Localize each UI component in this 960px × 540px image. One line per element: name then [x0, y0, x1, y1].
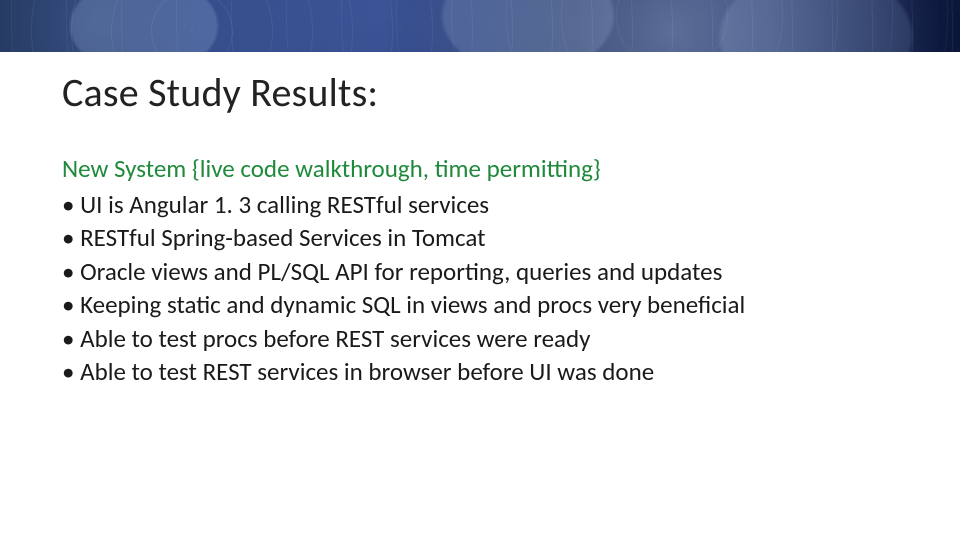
- slide-body: New System {live code walkthrough, time …: [62, 152, 900, 389]
- bullet-item: • UI is Angular 1. 3 calling RESTful ser…: [62, 188, 900, 222]
- subheading: New System {live code walkthrough, time …: [62, 152, 900, 186]
- header-banner: [0, 0, 960, 52]
- bullet-item: • RESTful Spring-based Services in Tomca…: [62, 221, 900, 255]
- slide: Case Study Results: New System {live cod…: [0, 0, 960, 540]
- bullet-item: • Able to test procs before REST service…: [62, 322, 900, 356]
- bullet-item: • Able to test REST services in browser …: [62, 355, 900, 389]
- bullet-item: • Oracle views and PL/SQL API for report…: [62, 255, 900, 289]
- bullet-item: • Keeping static and dynamic SQL in view…: [62, 288, 900, 322]
- slide-title: Case Study Results:: [62, 68, 378, 117]
